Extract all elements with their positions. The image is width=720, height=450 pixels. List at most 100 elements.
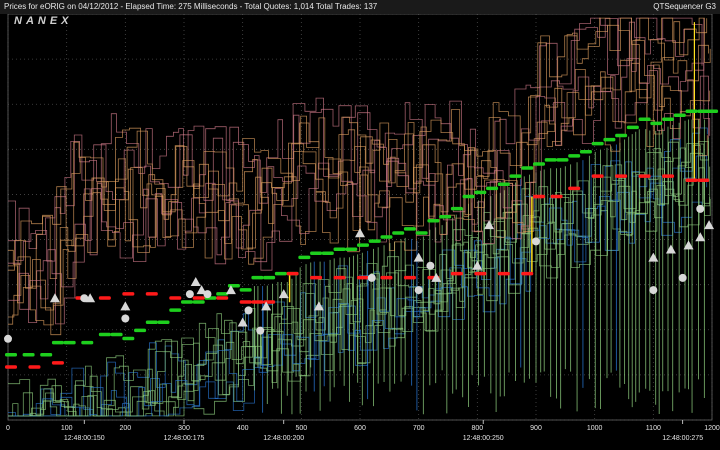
trade-triangle: [484, 220, 495, 230]
data-point: [474, 190, 487, 195]
data-point: [638, 174, 651, 178]
data-point: [357, 275, 369, 280]
data-point: [169, 308, 182, 312]
data-point: [521, 271, 534, 276]
data-point: [509, 174, 522, 178]
app-name: QTSequencer G3: [653, 2, 716, 11]
data-point: [263, 275, 276, 280]
data-point: [239, 300, 252, 304]
data-point: [5, 353, 17, 357]
data-point: [439, 215, 452, 219]
data-point: [603, 137, 616, 142]
data-point: [122, 336, 135, 341]
trade-circle: [244, 306, 253, 315]
data-point: [321, 251, 334, 256]
data-point: [662, 174, 675, 178]
data-point: [403, 275, 416, 280]
x-tick-label: 300: [178, 425, 190, 432]
title-bar: Prices for eORIG on 04/12/2012 - Elapsed…: [0, 0, 720, 14]
data-point: [157, 320, 170, 325]
trade-circle: [185, 290, 194, 299]
data-point: [274, 271, 287, 276]
data-point: [134, 328, 147, 333]
data-point: [145, 292, 158, 296]
data-point: [706, 109, 719, 113]
data-point: [673, 113, 686, 117]
trade-circle: [414, 286, 423, 295]
x-tick-label: 600: [354, 425, 366, 432]
data-point: [110, 332, 123, 337]
data-point: [533, 194, 545, 199]
data-point: [81, 340, 94, 345]
trade-circle: [678, 273, 687, 282]
x-time-label: 12:48:00:150: [64, 435, 105, 442]
data-point: [474, 271, 487, 276]
data-point: [310, 275, 323, 280]
data-point: [51, 340, 64, 345]
x-time-label: 12:48:00:275: [662, 435, 703, 442]
data-point: [568, 186, 581, 191]
data-point: [251, 275, 264, 280]
trade-triangle: [695, 232, 706, 242]
trade-triangle: [49, 293, 60, 303]
data-point: [685, 109, 698, 113]
data-point: [615, 133, 628, 138]
trade-triangle: [665, 244, 676, 254]
data-point: [98, 332, 111, 337]
x-tick-label: 900: [530, 425, 542, 432]
x-tick-label: 100: [61, 425, 73, 432]
data-point: [239, 288, 252, 292]
data-point: [5, 365, 17, 369]
data-point: [192, 296, 205, 300]
data-point: [368, 239, 381, 243]
data-point: [615, 174, 628, 178]
x-tick-label: 0: [6, 425, 10, 432]
data-point: [227, 284, 240, 288]
data-point: [380, 235, 393, 239]
exchange-ask-line: [8, 65, 709, 325]
data-point: [497, 271, 510, 276]
data-point: [556, 158, 569, 162]
data-point: [333, 275, 346, 280]
exchange-bid-line: [8, 152, 711, 417]
trade-triangle: [190, 276, 201, 286]
data-point: [650, 121, 663, 126]
trade-circle: [203, 290, 212, 299]
data-point: [591, 174, 604, 178]
trade-triangle: [237, 317, 248, 327]
trade-triangle: [355, 228, 365, 238]
trade-circle: [426, 261, 435, 270]
x-tick-label: 500: [295, 425, 307, 432]
x-tick-label: 1000: [587, 425, 603, 432]
nanex-logo: NANEX: [14, 15, 73, 27]
data-point: [192, 300, 205, 304]
data-point: [40, 353, 53, 357]
trade-triangle: [120, 301, 131, 311]
x-time-label: 12:48:00:175: [164, 435, 205, 442]
x-tick-label: 1100: [646, 425, 661, 432]
data-point: [462, 194, 475, 199]
data-point: [298, 255, 311, 260]
trade-circle: [4, 334, 12, 343]
data-point: [251, 300, 264, 304]
trade-circle: [532, 237, 540, 246]
chart-plot: 0 100 200 300 400 500 600 700 800 900 1000 1100 1200…: [4, 14, 720, 442]
trade-circle: [121, 314, 130, 323]
exchange-bid-lines: [8, 119, 711, 417]
data-point: [533, 162, 545, 166]
data-point: [263, 300, 276, 304]
exchange-bid-line: [8, 182, 703, 417]
data-point: [568, 154, 581, 158]
trade-circle: [80, 294, 89, 303]
trade-triangle: [413, 252, 424, 262]
trade-circle: [367, 273, 376, 282]
data-point: [28, 365, 41, 369]
data-point: [697, 178, 710, 182]
data-point: [392, 231, 405, 235]
data-point: [122, 292, 135, 296]
window-title: Prices for eORIG on 04/12/2012 - Elapsed…: [4, 2, 378, 11]
data-point: [22, 353, 35, 357]
exchange-ask-line: [8, 58, 711, 323]
data-point: [51, 361, 64, 365]
data-point: [579, 150, 592, 154]
